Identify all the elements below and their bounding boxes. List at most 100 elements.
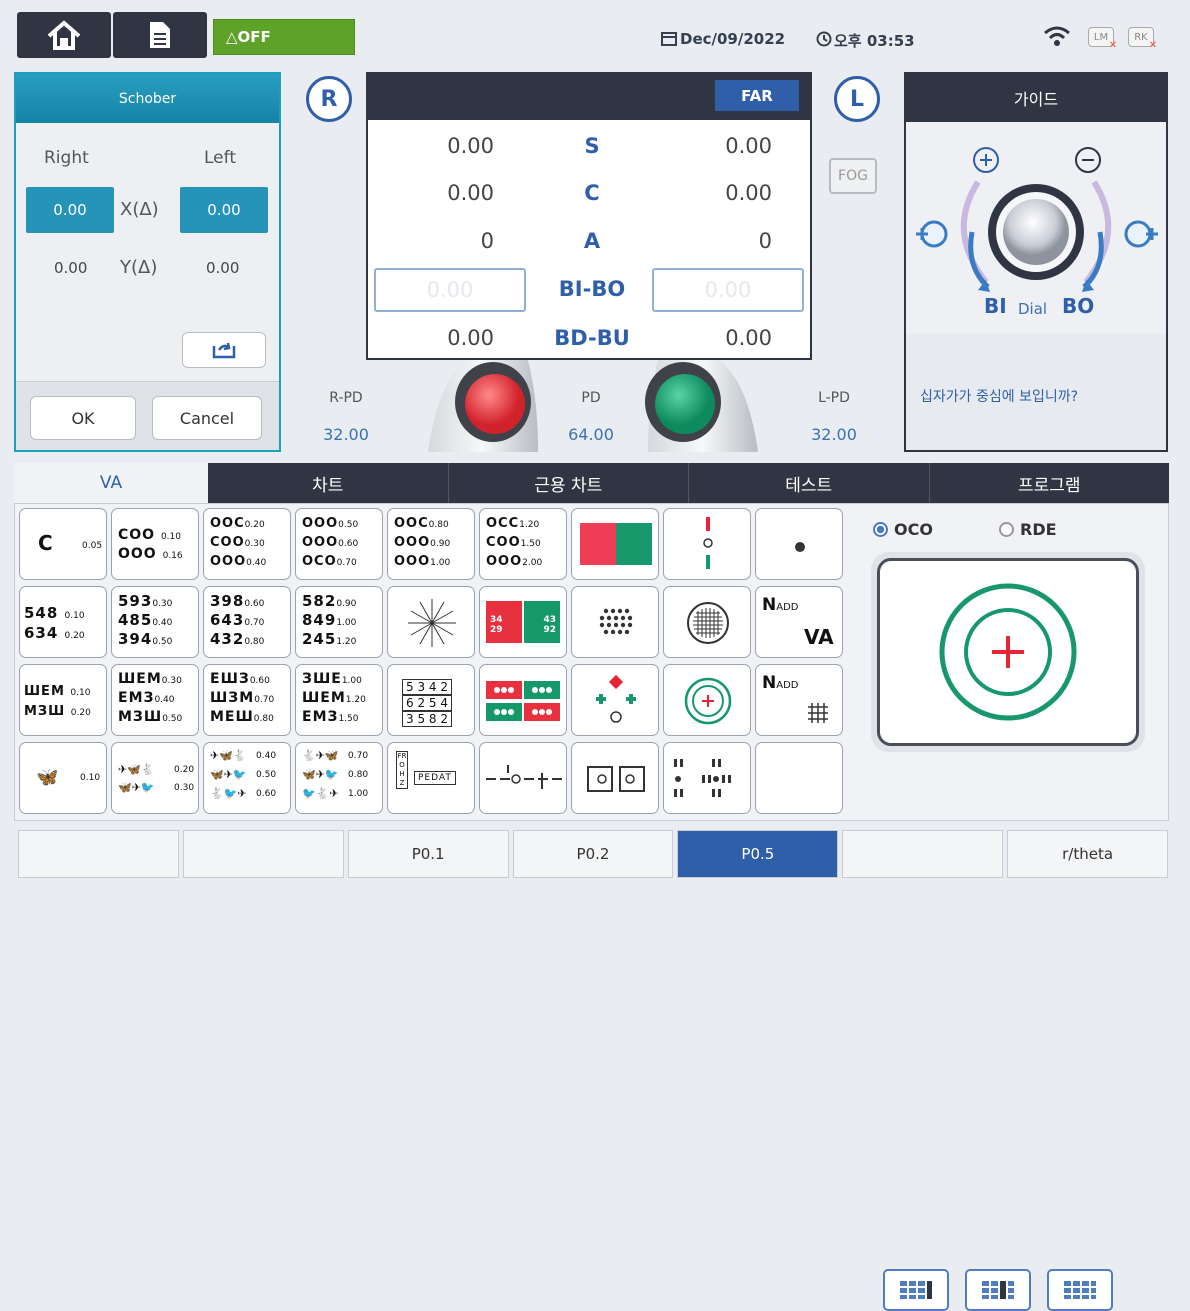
- chart-e-3row-b[interactable]: ЕШЗ0.60 ШЗМ0.70 МЕШ0.80: [203, 664, 291, 736]
- chart-astigmatism-fan[interactable]: [387, 586, 475, 658]
- chart-preview-frame: [871, 552, 1145, 752]
- a-left-value[interactable]: 0: [672, 229, 772, 253]
- chart-e-3row-c[interactable]: ЗШЕ1.00 ШЕМ1.20 ЕМЗ1.50: [295, 664, 383, 736]
- off-toggle-button[interactable]: △OFF: [213, 19, 355, 55]
- astigmatism-fan-icon: [408, 599, 456, 647]
- chart-landolt-2row[interactable]: COO 0.10 OOO 0.16: [111, 508, 199, 580]
- rpd-value[interactable]: 32.00: [306, 425, 386, 444]
- oco-radio[interactable]: OCO: [873, 520, 933, 539]
- stereo-bars-icon: [674, 759, 731, 797]
- chart-grid: C 0.05 COO 0.10 OOO 0.16 OOC0.20 COO0.30…: [14, 503, 1169, 1311]
- tab-program[interactable]: 프로그램: [930, 463, 1170, 503]
- grid-icon: [808, 703, 828, 723]
- chart-stereo-bars[interactable]: [663, 742, 751, 814]
- function-p01-button[interactable]: P0.1: [347, 830, 509, 878]
- right-eye-button[interactable]: R: [306, 76, 352, 122]
- c-right-value[interactable]: 0.00: [394, 181, 494, 205]
- chart-near-add-va[interactable]: NADD VA: [755, 586, 843, 658]
- chart-animals-2row[interactable]: ✈🦋🐇 0.20 🦋✈🐦 0.30: [111, 742, 199, 814]
- chart-dot-hexagon[interactable]: [571, 586, 659, 658]
- chart-binocular-color[interactable]: [479, 664, 567, 736]
- date-text: Dec/09/2022: [680, 30, 786, 48]
- radio-unselected-icon: [999, 522, 1014, 537]
- animal-symbols-icon: ✈🦋🐇: [118, 763, 155, 776]
- chart-landolt-3row-d[interactable]: OCC1.20 COO1.50 OOO2.00: [479, 508, 567, 580]
- radio-selected-icon: [873, 522, 888, 537]
- chart-word-reading[interactable]: FROHZ PEDAT: [387, 742, 475, 814]
- swap-button[interactable]: [182, 332, 266, 368]
- green-half-icon: [616, 523, 652, 565]
- layout-center-button[interactable]: [965, 1269, 1031, 1311]
- function-slot-6[interactable]: [842, 830, 1004, 878]
- cross-target-icon: [684, 677, 732, 725]
- tab-va[interactable]: VA: [14, 463, 208, 503]
- animal-symbols-icon: 🦋✈🐦: [210, 768, 247, 781]
- fog-button[interactable]: FOG: [829, 158, 877, 194]
- y-prism-label: Y(Δ): [120, 257, 158, 278]
- bibo-left-input[interactable]: 0.00: [652, 268, 804, 312]
- left-eye-button[interactable]: L: [834, 76, 880, 122]
- s-left-value[interactable]: 0.00: [672, 134, 772, 158]
- chart-amsler-circle[interactable]: [663, 586, 751, 658]
- x-left-value[interactable]: 0.00: [180, 187, 268, 233]
- chart-vertical-alignment[interactable]: [663, 508, 751, 580]
- wifi-icon: [1042, 25, 1072, 51]
- chart-butterfly-0.10[interactable]: 🦋 0.10: [19, 742, 107, 814]
- c-left-value[interactable]: 0.00: [672, 181, 772, 205]
- animal-symbols-icon: ✈🦋🐇: [210, 749, 247, 762]
- s-right-value[interactable]: 0.00: [394, 134, 494, 158]
- bdbu-right-value[interactable]: 0.00: [394, 326, 494, 350]
- bibo-right-input[interactable]: 0.00: [374, 268, 526, 312]
- chart-number-3row-a[interactable]: 5930.30 4850.40 3940.50: [111, 586, 199, 658]
- layout-left-button[interactable]: [883, 1269, 949, 1311]
- far-mode-button[interactable]: FAR: [715, 80, 799, 111]
- chart-animals-3row-a[interactable]: ✈🦋🐇 0.40 🦋✈🐦 0.50 🐇🐦✈ 0.60: [203, 742, 291, 814]
- tab-chart[interactable]: 차트: [208, 463, 449, 503]
- a-right-value[interactable]: 0: [394, 229, 494, 253]
- chart-landolt-3row-b[interactable]: OOO0.50 OOO0.60 OCO0.70: [295, 508, 383, 580]
- guide-title: 가이드: [906, 74, 1166, 122]
- dial-label: Dial: [1018, 300, 1048, 318]
- guide-panel: 가이드 BI Dial BO 십자가가 중심에 보입니까?: [904, 72, 1168, 452]
- ok-button[interactable]: OK: [30, 396, 136, 440]
- function-slot-1[interactable]: [18, 830, 179, 878]
- chart-digit-boxes[interactable]: 5 3 4 2 6 2 5 4 3 5 8 2: [387, 664, 475, 736]
- chart-fixation-boxes[interactable]: [571, 742, 659, 814]
- chart-worth-four-dot[interactable]: [571, 664, 659, 736]
- chart-preview[interactable]: [877, 558, 1139, 746]
- chart-e-2row[interactable]: ШЕМ 0.10 МЗШ 0.20: [19, 664, 107, 736]
- pd-value[interactable]: 64.00: [551, 425, 631, 444]
- function-p02-button[interactable]: P0.2: [512, 830, 674, 878]
- chart-near-add-grid[interactable]: NADD: [755, 664, 843, 736]
- chart-e-3row-a[interactable]: ШЕМ0.30 ЕМЗ0.40 МЗШ0.50: [111, 664, 199, 736]
- right-label: Right: [44, 148, 89, 168]
- fixation-boxes-icon: [587, 766, 645, 792]
- tab-near-chart[interactable]: 근용 차트: [449, 463, 689, 503]
- bdbu-left-value[interactable]: 0.00: [672, 326, 772, 350]
- chart-number-2row[interactable]: 548 0.10 634 0.20: [19, 586, 107, 658]
- chart-landolt-3row-c[interactable]: OOC0.80 OOO0.90 OOO1.00: [387, 508, 475, 580]
- function-rtheta-button[interactable]: r/theta: [1007, 830, 1169, 878]
- chart-animals-3row-b[interactable]: 🐇✈🦋 0.70 🦋✈🐦 0.80 🐦🐇✈ 1.00: [295, 742, 383, 814]
- tab-test[interactable]: 테스트: [689, 463, 930, 503]
- pd-label: PD: [581, 390, 601, 406]
- chart-empty-slot[interactable]: [755, 742, 843, 814]
- function-slot-2[interactable]: [182, 830, 344, 878]
- chart-number-3row-c[interactable]: 5820.90 8491.00 2451.20: [295, 586, 383, 658]
- chart-horizontal-alignment[interactable]: [479, 742, 567, 814]
- lpd-value[interactable]: 32.00: [794, 425, 874, 444]
- chart-c-0.05[interactable]: C 0.05: [19, 508, 107, 580]
- home-button[interactable]: [17, 12, 111, 58]
- x-right-value[interactable]: 0.00: [26, 187, 114, 233]
- function-p05-button[interactable]: P0.5: [677, 830, 839, 878]
- chart-landolt-3row-a[interactable]: OOC0.20 COO0.30 OOO0.40: [203, 508, 291, 580]
- document-button[interactable]: [113, 12, 207, 58]
- cancel-button[interactable]: Cancel: [152, 396, 262, 440]
- chart-green-cross-target[interactable]: [663, 664, 751, 736]
- chart-ishihara[interactable]: 34 29 43 92: [479, 586, 567, 658]
- chart-red-green[interactable]: [571, 508, 659, 580]
- chart-dot[interactable]: [755, 508, 843, 580]
- chart-number-3row-b[interactable]: 3980.60 6430.70 4320.80: [203, 586, 291, 658]
- rde-radio[interactable]: RDE: [999, 520, 1057, 539]
- layout-right-button[interactable]: [1047, 1269, 1113, 1311]
